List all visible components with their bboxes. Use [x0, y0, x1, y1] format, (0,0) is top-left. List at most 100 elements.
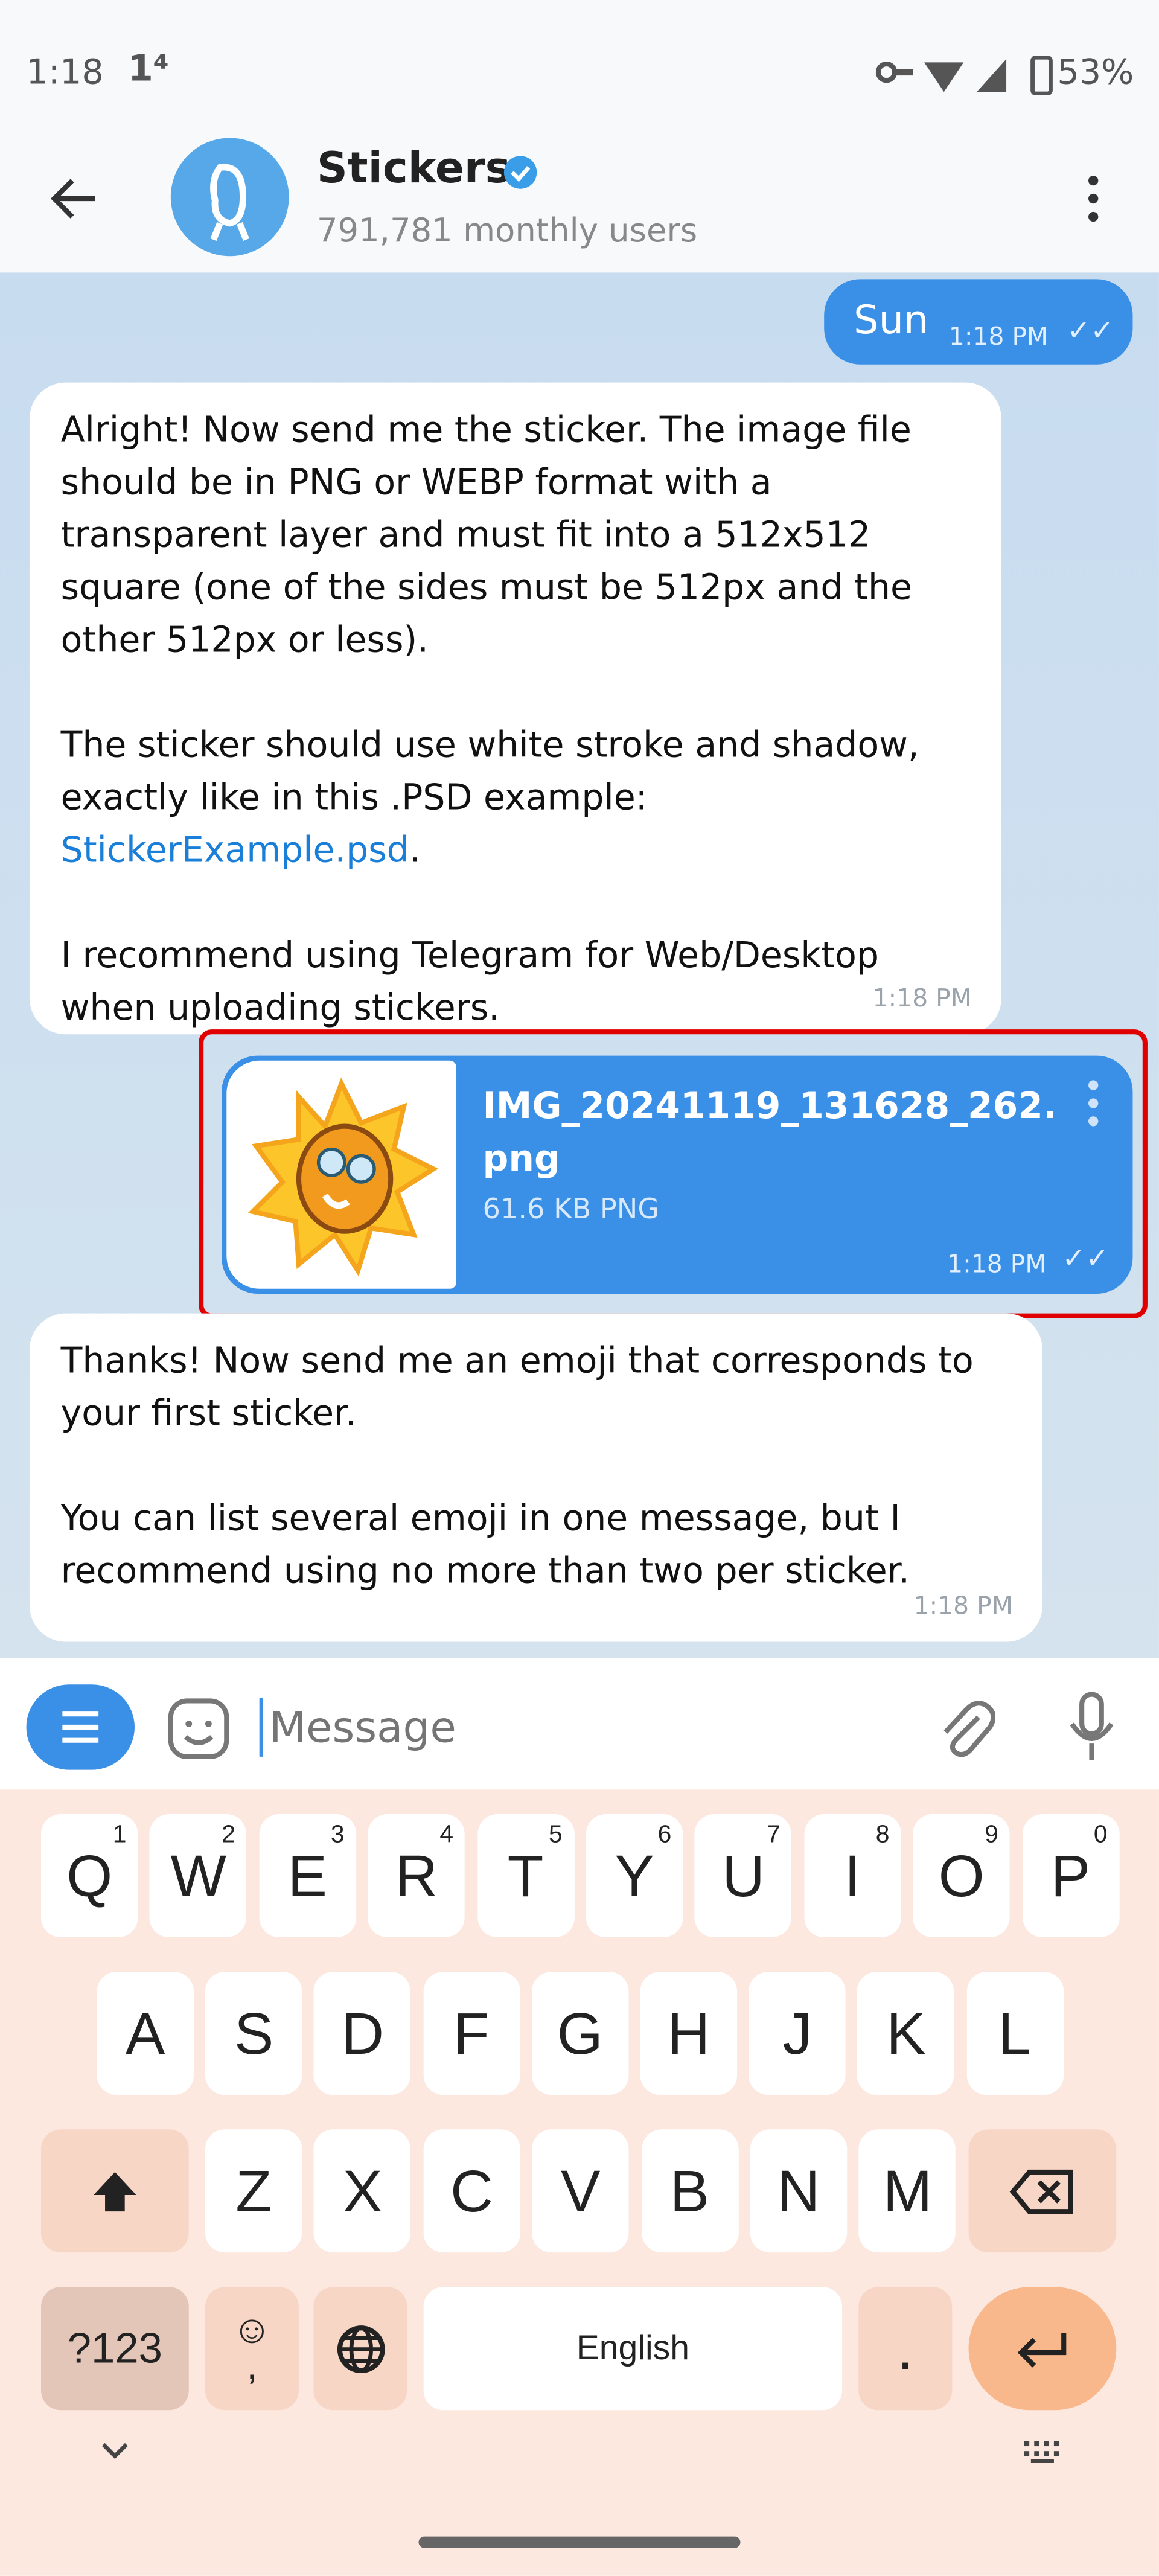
key-y[interactable]: Y6	[586, 1814, 683, 1938]
key-hint: 2	[222, 1820, 235, 1849]
file-thumbnail[interactable]	[226, 1060, 457, 1289]
key-hint: 7	[767, 1820, 781, 1849]
key-o[interactable]: O9	[913, 1814, 1011, 1938]
message-paragraph: You can list several emoji in one messag…	[60, 1498, 910, 1593]
message-text: Sun	[854, 297, 929, 344]
key-hint: 8	[875, 1820, 890, 1849]
battery-level: 53%	[1057, 53, 1134, 92]
screen: 1:18 1⁴ 53% Stickers 791,781 monthly use…	[0, 0, 1159, 2576]
key-i[interactable]: I8	[804, 1814, 901, 1938]
keyboard: ?123 ☺, English . Q1W2E3R4T5Y6U7I8O9P0 AS…	[0, 1789, 1159, 2576]
shift-key[interactable]	[40, 2129, 189, 2253]
keyboard-switch-icon[interactable]	[1021, 2440, 1067, 2466]
gesture-bar[interactable]	[418, 2536, 741, 2548]
key-j[interactable]: J	[749, 1972, 846, 2095]
key-l[interactable]: L	[966, 1972, 1064, 2095]
bot-duck-icon	[210, 164, 249, 241]
sticker-icon[interactable]	[167, 1698, 229, 1760]
status-bar: 1:18 1⁴ 53%	[0, 0, 1159, 132]
key-x[interactable]: X	[314, 2129, 411, 2253]
message-input[interactable]	[266, 1694, 896, 1763]
key-f[interactable]: F	[423, 1972, 520, 2095]
file-name: IMG_20241119_131628_262.png	[482, 1087, 1057, 1181]
symbols-key[interactable]: ?123	[40, 2287, 189, 2411]
key-w[interactable]: W2	[150, 1814, 247, 1938]
more-vertical-icon[interactable]	[1084, 174, 1103, 223]
chat-title[interactable]: Stickers	[317, 144, 511, 194]
emoji-comma-key[interactable]: ☺,	[205, 2287, 299, 2411]
key-k[interactable]: K	[857, 1972, 955, 2095]
key-r[interactable]: R4	[368, 1814, 465, 1938]
file-info: 61.6 KB PNG	[482, 1194, 660, 1227]
message-incoming[interactable]: Thanks! Now send me an emoji that corres…	[29, 1313, 1042, 1642]
key-d[interactable]: D	[314, 1972, 411, 2095]
key-hint: 4	[439, 1820, 454, 1849]
key-e[interactable]: E3	[259, 1814, 356, 1938]
text-cursor	[259, 1697, 263, 1757]
key-hint: 5	[548, 1820, 563, 1849]
globe-icon	[336, 2324, 385, 2373]
message-paragraph: Thanks! Now send me an emoji that corres…	[60, 1341, 974, 1435]
key-c[interactable]: C	[423, 2129, 520, 2253]
key-m[interactable]: M	[859, 2129, 956, 2253]
period-key[interactable]: .	[858, 2287, 953, 2411]
key-h[interactable]: H	[640, 1972, 738, 2095]
message-time: 1:18 PM	[872, 983, 972, 1013]
message-paragraph: The sticker should use white stroke and …	[60, 726, 919, 872]
attach-paperclip-icon[interactable]	[936, 1695, 995, 1760]
key-hint: 0	[1093, 1820, 1108, 1849]
key-s[interactable]: S	[205, 1972, 302, 2095]
message-paragraph: Alright! Now send me the sticker. The im…	[60, 410, 913, 662]
enter-icon	[1017, 2332, 1067, 2367]
bot-menu-button[interactable]	[26, 1684, 135, 1770]
file-menu-icon[interactable]	[1085, 1079, 1102, 1128]
chat-area[interactable]: Sun 1:18 PM ✓✓ Alright! Now send me the …	[0, 272, 1159, 1658]
key-t[interactable]: T5	[477, 1814, 574, 1938]
message-outgoing[interactable]: Sun 1:18 PM ✓✓	[824, 279, 1133, 365]
hide-keyboard-chevron-icon[interactable]	[98, 2440, 131, 2463]
status-icons	[875, 56, 1053, 95]
shift-icon	[94, 2171, 136, 2211]
avatar[interactable]	[170, 138, 289, 257]
key-z[interactable]: Z	[205, 2129, 302, 2253]
notification-icon: 1⁴	[128, 49, 169, 91]
vpn-key-icon	[875, 61, 913, 83]
key-hint: 3	[330, 1820, 345, 1849]
key-g[interactable]: G	[531, 1972, 629, 2095]
message-time: 1:18 PM	[948, 322, 1049, 351]
sun-sticker-image	[247, 1077, 439, 1277]
psd-example-link[interactable]: StickerExample.psd	[61, 831, 409, 872]
microphone-icon[interactable]	[1067, 1691, 1117, 1763]
battery-charging-icon	[1030, 56, 1053, 95]
space-key[interactable]: English	[423, 2287, 843, 2411]
key-hint: 6	[657, 1820, 672, 1849]
double-check-icon: ✓✓	[1062, 1242, 1110, 1276]
message-composer	[0, 1658, 1159, 1790]
double-check-icon: ✓✓	[1067, 315, 1114, 348]
back-arrow-icon[interactable]	[49, 177, 99, 220]
menu-icon	[62, 1711, 99, 1743]
key-hint: 1	[112, 1820, 127, 1849]
key-p[interactable]: P0	[1022, 1814, 1119, 1938]
key-n[interactable]: N	[750, 2129, 848, 2253]
signal-icon	[977, 59, 1007, 92]
language-key[interactable]	[313, 2287, 407, 2411]
file-message[interactable]: IMG_20241119_131628_262.png 61.6 KB PNG …	[222, 1055, 1133, 1294]
message-paragraph: I recommend using Telegram for Web/Deskt…	[60, 936, 880, 1030]
enter-key[interactable]	[968, 2287, 1117, 2411]
key-q[interactable]: Q1	[40, 1814, 138, 1938]
wifi-icon	[924, 62, 964, 92]
verified-badge-icon	[503, 156, 537, 189]
chat-header: Stickers 791,781 monthly users	[0, 131, 1159, 275]
chat-subtitle: 791,781 monthly users	[316, 210, 698, 250]
message-time: 1:18 PM	[947, 1249, 1047, 1279]
key-u[interactable]: U7	[695, 1814, 792, 1938]
clock: 1:18	[26, 53, 104, 92]
key-a[interactable]: A	[97, 1972, 194, 2095]
key-v[interactable]: V	[532, 2129, 630, 2253]
message-time: 1:18 PM	[913, 1591, 1013, 1621]
message-incoming[interactable]: Alright! Now send me the sticker. The im…	[29, 382, 1001, 1035]
emoji-icon: ☺	[232, 2307, 272, 2352]
backspace-key[interactable]	[968, 2129, 1117, 2253]
key-b[interactable]: B	[641, 2129, 738, 2253]
